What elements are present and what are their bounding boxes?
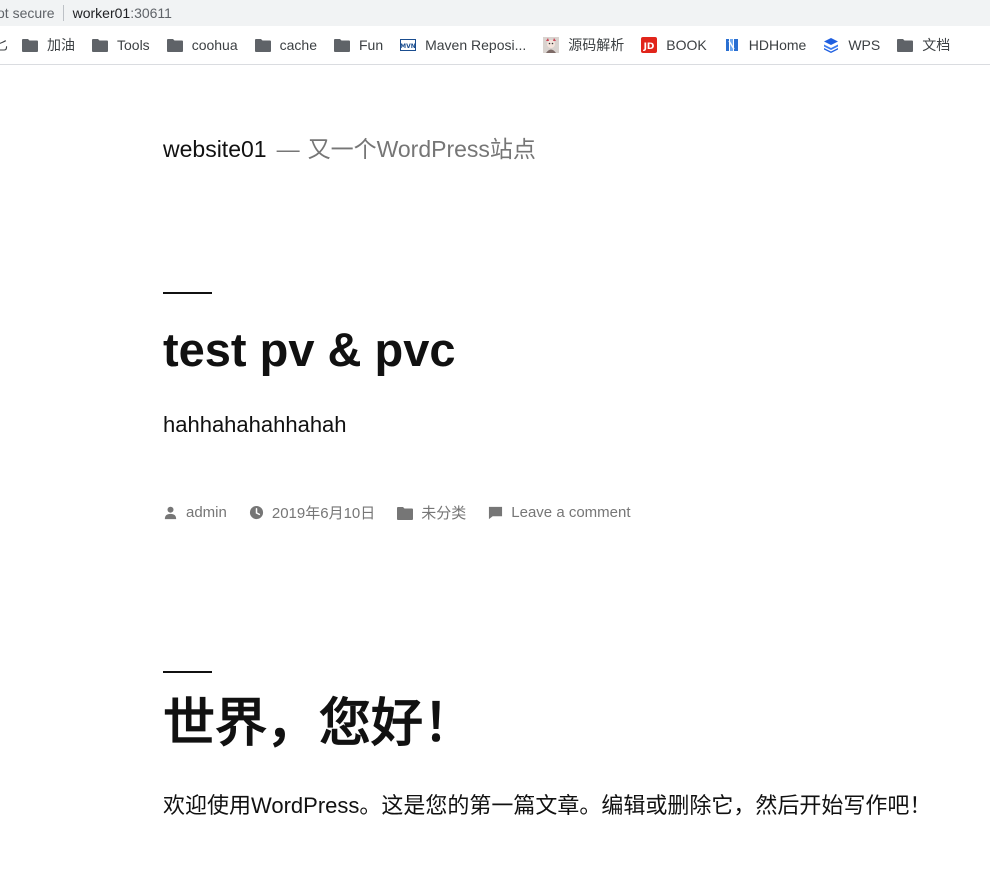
bookmark-maven[interactable]: MVN Maven Reposi... — [400, 31, 526, 59]
address-bar[interactable]: ot secure worker01:30611 — [0, 0, 990, 26]
site-title-link[interactable]: website01 — [163, 136, 267, 162]
post-date-text: 2019年6月10日 — [271, 505, 376, 522]
post-author-name: admin — [186, 504, 227, 521]
folder-icon — [166, 37, 183, 53]
hdhome-icon — [724, 37, 740, 53]
bookmark-label: HDHome — [748, 37, 807, 53]
bookmark-hdhome[interactable]: HDHome — [724, 31, 807, 59]
post-date[interactable]: 2019年6月10日 — [249, 502, 375, 523]
post-body-text: 欢迎使用WordPress。这是您的第一篇文章。编辑或删除它，然后开始写作吧！ — [163, 793, 932, 818]
comment-icon — [489, 506, 503, 520]
bookmark-wps[interactable]: WPS — [823, 31, 880, 59]
post-title-link[interactable]: 世界，您好！ — [163, 693, 931, 755]
person-icon — [164, 506, 177, 520]
bookmarks-bar: 匕 加油 Tools coohua cache Fun MVN M — [0, 26, 990, 65]
folder-icon — [897, 37, 914, 53]
site-header: website01 — 又一个WordPress站点 — [163, 130, 536, 164]
bookmark-cache[interactable]: cache — [254, 31, 317, 59]
folder-icon — [22, 37, 38, 53]
post-separator-rule — [163, 671, 212, 673]
post-meta: admin 2019年6月10日 未分类 Leave a comment — [163, 502, 653, 523]
site-title-separator: — — [276, 136, 300, 162]
bookmark-partial-label: 匕 — [0, 35, 8, 55]
post-body-text: hahhahahahhahah — [163, 412, 347, 437]
bookmark-label: 文档 — [922, 37, 951, 53]
svg-text:JD: JD — [643, 42, 655, 52]
bookmark-coohua[interactable]: coohua — [166, 31, 238, 59]
bookmark-label: Maven Reposi... — [425, 37, 527, 53]
jd-icon: JD — [641, 37, 658, 53]
bookmark-label: Tools — [117, 37, 150, 53]
post-entry: test pv & pvc hahhahahahhahah admin 2019… — [163, 292, 653, 523]
post-title-link[interactable]: test pv & pvc — [163, 322, 653, 378]
post-entry: 世界，您好！ 欢迎使用WordPress。这是您的第一篇文章。编辑或删除它，然后… — [163, 671, 931, 821]
bookmark-label: BOOK — [666, 37, 707, 53]
bookmark-source-analysis[interactable]: 源码解析 — [543, 31, 624, 59]
bookmark-fun[interactable]: Fun — [333, 31, 384, 59]
bookmark-book[interactable]: JD BOOK — [641, 31, 707, 59]
post-comments-link[interactable]: Leave a comment — [488, 504, 631, 521]
folder-icon — [92, 37, 108, 53]
folder-icon — [333, 37, 350, 53]
bookmark-label: cache — [279, 37, 317, 53]
avatar-icon — [543, 37, 560, 53]
bookmark-label: coohua — [191, 37, 238, 53]
bookmark-label: 加油 — [47, 37, 75, 53]
bookmark-label: 源码解析 — [568, 37, 625, 53]
bookmark-label: WPS — [848, 37, 881, 53]
bookmark-tools[interactable]: Tools — [92, 31, 150, 59]
site-description: 又一个WordPress站点 — [307, 136, 536, 162]
svg-text:MVN: MVN — [400, 43, 416, 50]
post-category-text: 未分类 — [421, 505, 467, 522]
folder-icon — [397, 506, 414, 520]
security-label[interactable]: ot secure — [0, 5, 55, 21]
post-category[interactable]: 未分类 — [397, 502, 466, 523]
url-host[interactable]: worker01 — [73, 5, 131, 21]
post-separator-rule — [163, 292, 212, 294]
maven-icon: MVN — [400, 37, 417, 53]
bookmark-partial[interactable]: 匕 — [0, 31, 8, 59]
folder-icon — [254, 37, 271, 53]
bookmark-jiayou[interactable]: 加油 — [22, 31, 75, 59]
wps-icon — [823, 37, 839, 53]
post-author[interactable]: admin — [163, 504, 227, 521]
bookmark-docs[interactable]: 文档 — [897, 31, 950, 59]
clock-icon — [249, 505, 263, 520]
url-port[interactable]: :30611 — [130, 5, 172, 21]
post-comments-text: Leave a comment — [511, 504, 631, 521]
bookmark-label: Fun — [358, 37, 384, 53]
address-separator — [62, 5, 64, 21]
